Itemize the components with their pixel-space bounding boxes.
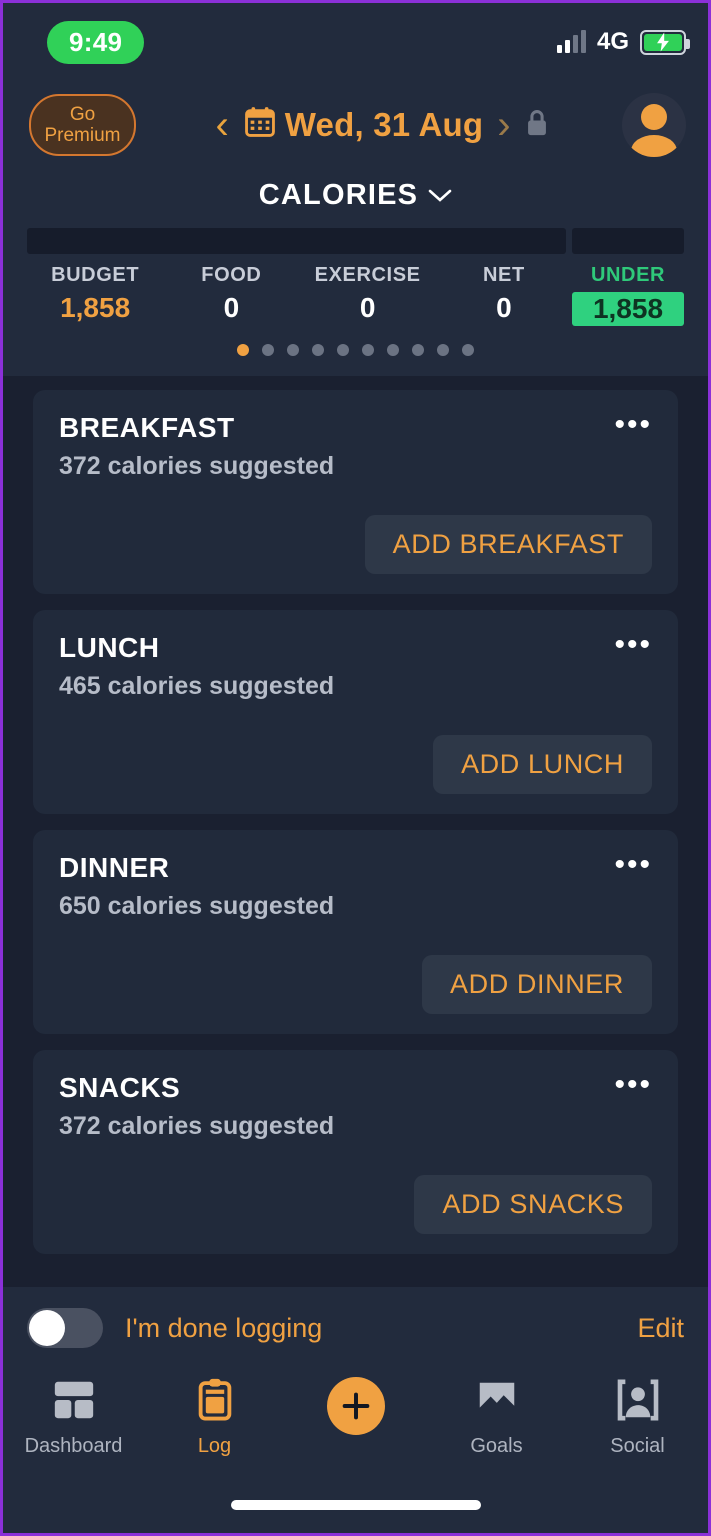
plus-icon[interactable]	[326, 1377, 385, 1435]
meal-overflow-menu-icon[interactable]: •••	[614, 630, 652, 660]
pager-dot-4[interactable]	[312, 344, 324, 356]
done-logging-toggle[interactable]	[27, 1308, 103, 1348]
stat-under: UNDER 1,858	[572, 264, 684, 326]
done-logging-bar: I'm done logging Edit	[3, 1287, 708, 1369]
tab-dashboard[interactable]: Dashboard	[3, 1377, 144, 1458]
summary-type-selector[interactable]: CALORIES	[3, 169, 708, 228]
nav-bar: Go Premium ‹ Wed, 31 Aug ›	[3, 81, 708, 169]
header-section: Go Premium ‹ Wed, 31 Aug › CALORIES BUDG…	[3, 81, 708, 376]
calorie-stats-row: BUDGET 1,858 FOOD 0 EXERCISE 0 NET 0 UND…	[3, 254, 708, 326]
add-dinner-button[interactable]: ADD DINNER	[421, 955, 652, 1014]
status-bar: 9:49 4G	[3, 3, 708, 81]
meal-overflow-menu-icon[interactable]: •••	[614, 850, 652, 880]
add-breakfast-button[interactable]: ADD BREAKFAST	[364, 515, 652, 574]
add-snacks-button[interactable]: ADD SNACKS	[414, 1175, 652, 1234]
signal-bars-icon	[556, 30, 586, 53]
meal-add-row: ADD SNACKS	[59, 1175, 652, 1234]
edit-button[interactable]: Edit	[637, 1313, 684, 1344]
meal-add-row: ADD LUNCH	[59, 735, 652, 794]
stat-food-label: FOOD	[201, 264, 262, 286]
status-indicators: 4G	[556, 28, 690, 56]
calorie-progress-bar	[3, 228, 708, 254]
stat-exercise: EXERCISE 0	[300, 264, 436, 326]
tab-log-label: Log	[197, 1435, 232, 1457]
stat-budget: BUDGET 1,858	[27, 264, 163, 326]
summary-pager[interactable]	[3, 326, 708, 368]
current-date-label[interactable]: Wed, 31 Aug	[285, 106, 483, 144]
go-premium-line1: Go	[69, 103, 96, 125]
meal-overflow-menu-icon[interactable]: •••	[614, 1070, 652, 1100]
stat-under-label: UNDER	[590, 264, 666, 286]
stat-food: FOOD 0	[163, 264, 299, 326]
pager-dot-7[interactable]	[387, 344, 399, 356]
tab-log[interactable]: Log	[144, 1377, 285, 1458]
add-lunch-button[interactable]: ADD LUNCH	[433, 735, 652, 794]
chart-icon	[474, 1377, 520, 1428]
pager-dot-10[interactable]	[462, 344, 474, 356]
home-indicator-bar	[3, 1477, 708, 1533]
tab-goals-label: Goals	[470, 1435, 523, 1457]
pager-dot-5[interactable]	[337, 344, 349, 356]
meal-suggestion: 372 calories suggested	[59, 452, 335, 480]
meal-title: LUNCH	[59, 632, 160, 663]
calendar-icon	[243, 105, 277, 145]
dashboard-grid-icon	[51, 1377, 97, 1428]
tab-dashboard-label: Dashboard	[24, 1435, 123, 1457]
tab-social-label: Social	[610, 1435, 665, 1457]
meal-suggestion: 372 calories suggested	[59, 1112, 335, 1140]
meal-suggestion: 465 calories suggested	[59, 672, 335, 700]
done-logging-label: I'm done logging	[125, 1312, 323, 1343]
lock-icon	[525, 109, 549, 142]
meal-card-dinner: DINNER 650 calories suggested ••• ADD DI…	[33, 830, 678, 1034]
stat-net-label: NET	[482, 264, 525, 286]
app-screen: 9:49 4G Go Premium ‹ Wed, 31 Aug › CALOR…	[3, 3, 708, 1533]
meal-card-breakfast: BREAKFAST 372 calories suggested ••• ADD…	[33, 390, 678, 594]
meal-list: BREAKFAST 372 calories suggested ••• ADD…	[3, 376, 708, 1287]
stat-exercise-value: 0	[359, 292, 376, 323]
network-type-label: 4G	[596, 28, 629, 55]
tab-goals[interactable]: Goals	[426, 1377, 567, 1458]
meal-title: DINNER	[59, 852, 170, 883]
next-day-button[interactable]: ›	[491, 105, 516, 145]
pager-dot-9[interactable]	[437, 344, 449, 356]
meal-suggestion: 650 calories suggested	[59, 892, 335, 920]
bottom-tab-bar: Dashboard Log Goals Social	[3, 1369, 708, 1477]
stat-budget-value: 1,858	[60, 292, 131, 323]
stat-food-value: 0	[223, 292, 240, 323]
stat-exercise-label: EXERCISE	[314, 264, 421, 286]
meal-add-row: ADD DINNER	[59, 955, 652, 1014]
status-time: 9:49	[47, 20, 145, 64]
meal-overflow-menu-icon[interactable]: •••	[614, 410, 652, 440]
meal-title: SNACKS	[59, 1072, 181, 1103]
stat-net: NET 0	[436, 264, 572, 326]
progress-consumed-track	[27, 228, 566, 254]
meal-card-snacks: SNACKS 372 calories suggested ••• ADD SN…	[33, 1050, 678, 1254]
people-icon	[615, 1377, 661, 1428]
clipboard-icon	[192, 1377, 238, 1428]
meal-title: BREAKFAST	[59, 412, 235, 443]
pager-dot-3[interactable]	[287, 344, 299, 356]
battery-charging-icon	[640, 29, 690, 55]
chevron-down-icon	[428, 183, 452, 209]
pager-dot-8[interactable]	[412, 344, 424, 356]
prev-day-button[interactable]: ‹	[209, 105, 234, 145]
user-avatar-icon[interactable]	[622, 93, 686, 157]
go-premium-button[interactable]: Go Premium	[29, 93, 136, 157]
go-premium-line2: Premium	[44, 125, 121, 146]
pager-dot-2[interactable]	[262, 344, 274, 356]
meal-card-lunch: LUNCH 465 calories suggested ••• ADD LUN…	[33, 610, 678, 814]
summary-title: CALORIES	[258, 179, 419, 211]
tab-add-entry[interactable]	[285, 1377, 426, 1442]
meal-add-row: ADD BREAKFAST	[59, 515, 652, 574]
progress-remaining-track	[572, 228, 684, 254]
date-navigator: ‹ Wed, 31 Aug ›	[142, 105, 616, 145]
stat-net-value: 0	[496, 292, 512, 323]
stat-budget-label: BUDGET	[51, 264, 140, 286]
pager-dot-1[interactable]	[237, 344, 249, 356]
tab-social[interactable]: Social	[567, 1377, 708, 1458]
stat-under-value: 1,858	[572, 292, 684, 326]
home-indicator[interactable]	[230, 1500, 481, 1510]
pager-dot-6[interactable]	[362, 344, 374, 356]
